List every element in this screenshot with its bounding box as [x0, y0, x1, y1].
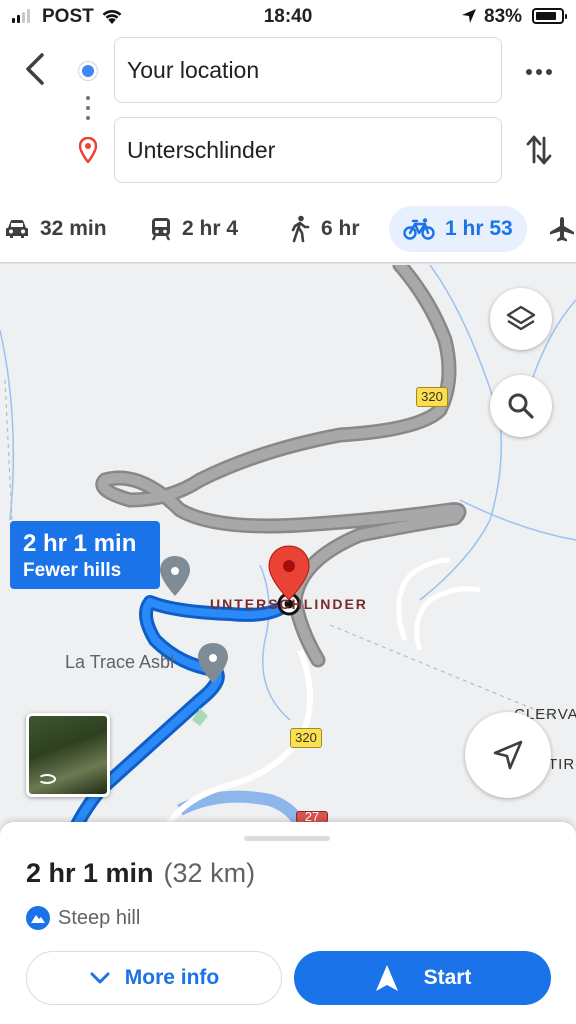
tab-transit-label: 2 hr 4 — [182, 217, 239, 240]
maps-directions-screen: POST 18:40 83% Your location Unterschlin… — [0, 0, 576, 1024]
navigation-arrow-icon — [493, 740, 523, 770]
mountain-icon — [26, 906, 50, 930]
train-icon — [151, 218, 171, 241]
route-callout[interactable]: 2 hr 1 min Fewer hills — [10, 521, 160, 589]
origin-input[interactable]: Your location — [114, 37, 502, 103]
travel-mode-tabs: 32 min 2 hr 4 6 hr 1 hr 53 — [0, 206, 576, 254]
partial-place-label: TIRO — [548, 756, 576, 773]
route-callout-note: Fewer hills — [23, 560, 122, 581]
battery-icon — [532, 8, 567, 24]
route-duration: 2 hr 1 min — [26, 858, 154, 888]
origin-dot-icon — [79, 62, 97, 80]
road-number-badge: 320 — [290, 728, 322, 748]
status-bar: POST 18:40 83% — [0, 0, 576, 34]
back-arrow-icon[interactable] — [18, 50, 52, 88]
tab-walking-label: 6 hr — [321, 217, 360, 240]
route-distance: (32 km) — [163, 858, 256, 888]
car-icon — [6, 220, 28, 238]
town-label: UNTERSCHLINDER — [210, 596, 368, 612]
route-summary-sheet[interactable]: 2 hr 1 min (32 km) Steep hill More info … — [0, 822, 576, 1024]
place-pin-icon[interactable] — [160, 556, 190, 596]
tab-driving[interactable]: 32 min — [4, 206, 107, 252]
route-summary: 2 hr 1 min (32 km) — [26, 858, 255, 889]
tab-transit[interactable]: 2 hr 4 — [150, 206, 238, 252]
layers-icon — [506, 305, 536, 331]
walking-icon — [291, 215, 310, 243]
swap-directions-icon[interactable] — [524, 132, 554, 168]
battery-percent: 83% — [484, 6, 523, 27]
road-number-badge: 320 — [416, 387, 448, 407]
more-options-icon[interactable] — [522, 60, 556, 84]
street-view-rotate-icon — [38, 774, 56, 784]
street-view-thumbnail[interactable] — [26, 713, 110, 797]
sheet-drag-handle[interactable] — [244, 836, 330, 841]
more-info-button[interactable]: More info — [26, 951, 282, 1005]
tab-flights[interactable] — [548, 206, 576, 252]
layers-button[interactable] — [490, 288, 552, 350]
tab-walking[interactable]: 6 hr — [289, 206, 360, 252]
steep-hill-label: Steep hill — [58, 906, 141, 929]
destination-pin-icon — [79, 137, 97, 163]
location-arrow-icon — [462, 9, 476, 23]
chevron-down-icon — [90, 972, 110, 984]
route-callout-duration: 2 hr 1 min — [23, 530, 137, 557]
tab-cycling-label: 1 hr 53 — [445, 217, 513, 240]
start-button[interactable]: Start — [294, 951, 551, 1005]
start-label: Start — [423, 966, 472, 989]
bicycle-icon — [403, 218, 435, 240]
route-dots — [86, 96, 90, 126]
navigation-start-icon — [375, 965, 398, 991]
search-icon — [508, 393, 534, 419]
steep-hill-warning: Steep hill — [26, 906, 140, 930]
tab-cycling[interactable]: 1 hr 53 — [389, 206, 527, 252]
tab-driving-label: 32 min — [40, 217, 107, 240]
place-label[interactable]: La Trace Asbl — [65, 652, 174, 673]
search-along-route-button[interactable] — [490, 375, 552, 437]
destination-input[interactable]: Unterschlinder — [114, 117, 502, 183]
more-info-label: More info — [124, 966, 220, 989]
recenter-button[interactable] — [465, 712, 551, 798]
airplane-icon — [550, 217, 574, 242]
